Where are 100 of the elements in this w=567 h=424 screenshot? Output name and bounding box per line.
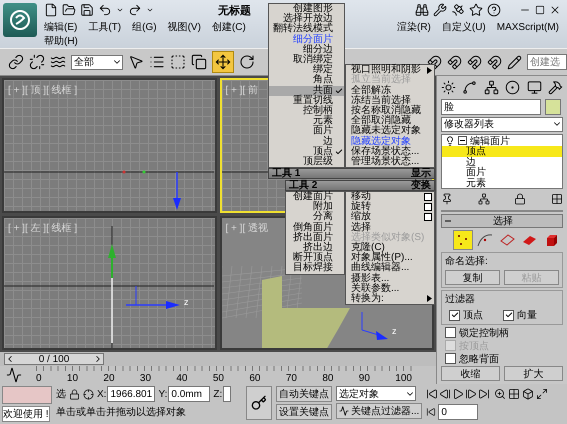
- zoom-icon[interactable]: [494, 388, 506, 400]
- vertex-level-icon[interactable]: [453, 230, 473, 250]
- star-icon[interactable]: [469, 3, 483, 17]
- modifier-stack-item[interactable]: 编辑面片: [442, 136, 562, 146]
- curve-editor-icon[interactable]: [6, 367, 22, 383]
- menu-item[interactable]: 管理场景状态...: [346, 156, 434, 167]
- dashed-rectangle-icon[interactable]: [170, 54, 186, 70]
- hierarchy-icon[interactable]: [484, 80, 499, 96]
- next-frame-icon[interactable]: [465, 388, 478, 400]
- hammer-icon[interactable]: [548, 80, 563, 96]
- overlap-squares-icon[interactable]: [191, 54, 207, 70]
- selection-filter-dropdown[interactable]: 全部: [71, 54, 123, 70]
- menu-item[interactable]: 曲线编辑器...: [346, 263, 434, 274]
- pencil-icon[interactable]: [507, 54, 522, 70]
- circle-icon[interactable]: [505, 80, 520, 96]
- curve-icon[interactable]: [462, 80, 478, 96]
- box-icon[interactable]: [522, 388, 534, 400]
- menu-item[interactable]: 视口照明和阴影: [346, 65, 434, 76]
- sub-object-item[interactable]: 顶点: [442, 146, 562, 157]
- maximize-icon[interactable]: [535, 5, 545, 15]
- named-selection-field[interactable]: 创建选: [527, 54, 567, 70]
- previous-frame-icon[interactable]: [439, 388, 452, 400]
- checkbox[interactable]: [503, 310, 514, 320]
- new-file-icon[interactable]: [44, 3, 58, 17]
- menu-item[interactable]: 边: [269, 136, 344, 147]
- menu-item[interactable]: 视图(V): [168, 20, 201, 34]
- help-icon[interactable]: [487, 3, 501, 17]
- monitor-icon[interactable]: [526, 80, 542, 96]
- checkbox[interactable]: [445, 353, 456, 364]
- menu-item[interactable]: 顶层级: [269, 156, 344, 167]
- menu-item[interactable]: 工具(T): [88, 20, 122, 34]
- maximize-viewport-icon[interactable]: [536, 388, 548, 400]
- sub-object-item[interactable]: 面片: [442, 167, 562, 178]
- menu-item[interactable]: 重置切线: [269, 96, 344, 106]
- menu-item[interactable]: 关联参数...: [346, 284, 434, 294]
- move-button[interactable]: [212, 51, 234, 73]
- menu-item[interactable]: 摄影表...: [346, 274, 434, 284]
- app-logo[interactable]: [3, 3, 37, 37]
- play-icon[interactable]: [452, 388, 464, 400]
- sub-object-item[interactable]: 边: [442, 156, 562, 168]
- select-icon[interactable]: [128, 54, 144, 70]
- set-keys-button[interactable]: 设置关键点: [276, 404, 332, 420]
- configure-icon[interactable]: [550, 193, 563, 206]
- wave-icon[interactable]: [50, 54, 66, 70]
- panel-button[interactable]: 收缩: [441, 366, 500, 381]
- options-box-icon[interactable]: [424, 193, 432, 202]
- menu-item[interactable]: 顶点: [269, 146, 344, 157]
- menu-item[interactable]: 转换为:: [346, 294, 434, 304]
- selection-toggle[interactable]: 选: [56, 387, 66, 401]
- menu-item[interactable]: 倒角面片: [286, 222, 344, 233]
- menu-item[interactable]: 移动: [346, 192, 434, 202]
- auto-key-button[interactable]: 自动关键点: [276, 386, 332, 402]
- snap-icon[interactable]: [427, 54, 442, 70]
- angle-snap-icon[interactable]: [447, 54, 462, 70]
- crosshair-icon[interactable]: [83, 388, 94, 400]
- key-filters-button[interactable]: 关键点过滤器...: [336, 403, 422, 419]
- menu-item[interactable]: 隐藏未选定对象: [346, 126, 434, 136]
- menu-item[interactable]: 隐藏选定对象: [346, 136, 434, 147]
- close-icon[interactable]: [549, 4, 561, 16]
- menu-item[interactable]: 细分面片: [269, 34, 344, 45]
- menu-item[interactable]: 冻结当前选择: [346, 96, 434, 106]
- key-mode-dropdown[interactable]: 选定对象: [336, 386, 416, 401]
- script-listener-field[interactable]: [2, 386, 52, 404]
- menu-item[interactable]: 组(G): [132, 20, 157, 34]
- coordinate-field[interactable]: [223, 386, 232, 402]
- object-name-field[interactable]: 脸: [441, 98, 541, 115]
- menu-item[interactable]: 角点: [269, 75, 344, 86]
- checkbox[interactable]: [449, 310, 460, 320]
- pin-icon[interactable]: [441, 193, 453, 206]
- menu-item[interactable]: 渲染(R): [396, 20, 431, 34]
- menu-item[interactable]: 编辑(E): [44, 20, 78, 34]
- link-icon[interactable]: [8, 54, 24, 70]
- menu-item[interactable]: 自定义(U): [442, 20, 486, 34]
- zoom-all-icon[interactable]: [508, 388, 520, 400]
- sub-object-item[interactable]: 元素: [442, 178, 562, 188]
- go-to-end-icon[interactable]: [478, 388, 490, 400]
- binoculars-icon[interactable]: [415, 3, 429, 17]
- lock-icon[interactable]: [69, 388, 80, 400]
- timeline-track[interactable]: 0 10 20 30 40 50 60 70 80 90 100: [36, 366, 412, 384]
- sun-icon[interactable]: [441, 80, 456, 96]
- go-to-start-icon[interactable]: [426, 388, 438, 400]
- lock-icon[interactable]: [514, 193, 526, 206]
- panel-button[interactable]: 复制: [445, 270, 500, 285]
- menu-item[interactable]: 共面: [269, 86, 344, 96]
- menu-item[interactable]: 帮助(H): [44, 34, 78, 48]
- menu-item[interactable]: 创建(C): [212, 20, 246, 34]
- wrench-icon[interactable]: [433, 3, 447, 17]
- menu-item[interactable]: 挤出面片: [286, 232, 344, 243]
- rollout-header[interactable]: 选择: [441, 214, 563, 228]
- options-box-icon[interactable]: [424, 203, 432, 212]
- menu-item[interactable]: 面片: [269, 126, 344, 136]
- menu-item[interactable]: MAXScript(M): [496, 22, 559, 32]
- rotate-icon[interactable]: [239, 54, 255, 70]
- viewport[interactable]: [ + ][ 左 ][ 线框 ] z: [2, 216, 216, 350]
- modifier-list-dropdown[interactable]: 修改器列表: [441, 116, 563, 132]
- menu-item[interactable]: 选择: [346, 222, 434, 233]
- time-slider-thumb[interactable]: 0 / 100: [4, 353, 104, 365]
- redo-icon[interactable]: [128, 3, 142, 17]
- checkbox[interactable]: [445, 327, 456, 338]
- percent-snap-icon[interactable]: [467, 54, 482, 70]
